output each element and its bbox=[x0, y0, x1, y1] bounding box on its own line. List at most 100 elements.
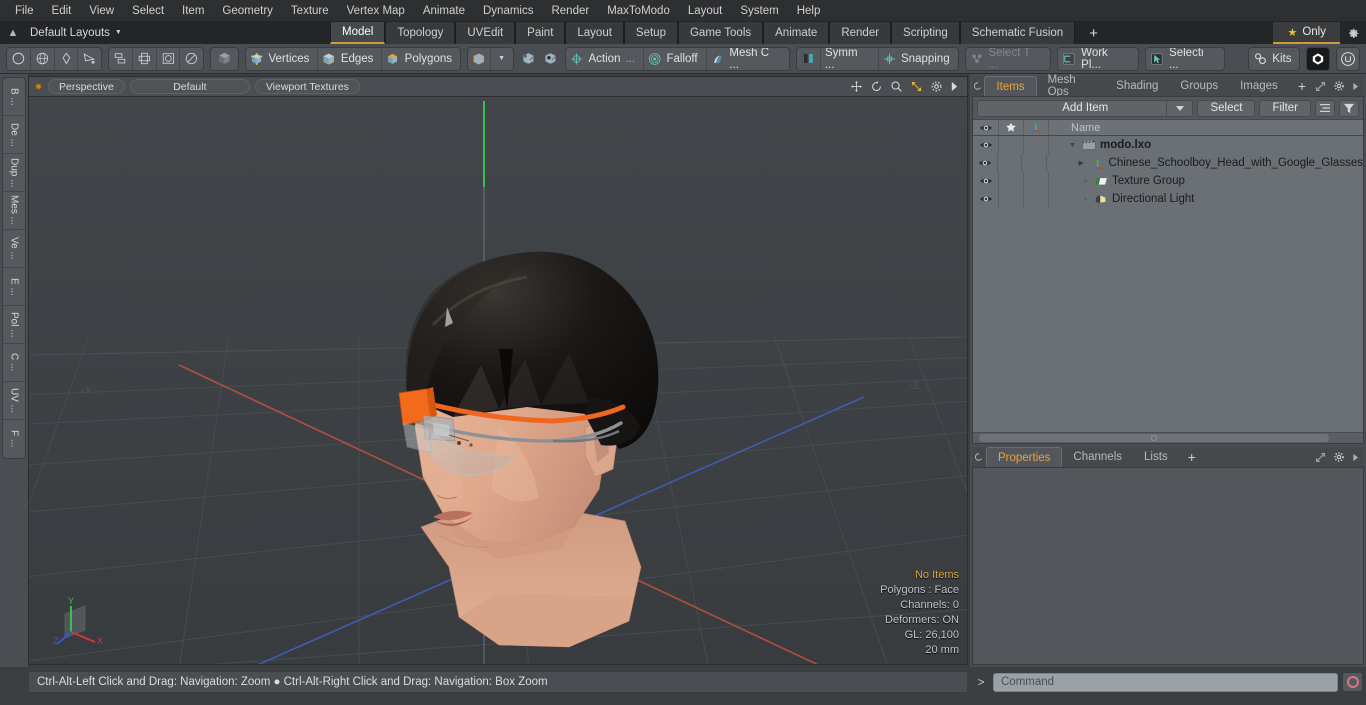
item-mode-button[interactable] bbox=[210, 46, 240, 71]
tab-game-tools[interactable]: Game Tools bbox=[677, 22, 764, 44]
row-transform-cell[interactable] bbox=[1024, 190, 1049, 208]
unity-export-button[interactable] bbox=[1306, 46, 1331, 71]
column-transform[interactable] bbox=[1024, 120, 1049, 135]
vtab-duplicate[interactable]: Dup ... bbox=[3, 154, 25, 192]
tab-images[interactable]: Images bbox=[1229, 76, 1289, 96]
vtab-uv[interactable]: UV ... bbox=[3, 382, 25, 420]
item-tree-hscrollbar[interactable] bbox=[973, 432, 1363, 443]
chevron-down-icon[interactable]: ▼ bbox=[115, 29, 122, 36]
move-icon[interactable] bbox=[850, 80, 863, 93]
vtab-fusion[interactable]: F ... bbox=[3, 420, 25, 458]
panel-play-icon[interactable] bbox=[1352, 453, 1359, 462]
row-visibility-toggle[interactable] bbox=[973, 172, 999, 190]
row-visibility-toggle[interactable] bbox=[973, 154, 999, 172]
menu-item-system[interactable]: System bbox=[731, 2, 787, 20]
table-row[interactable]: ▪ Directional Light bbox=[973, 190, 1363, 208]
component-cube-icon[interactable] bbox=[468, 47, 491, 70]
menu-item-vertex-map[interactable]: Vertex Map bbox=[338, 2, 414, 20]
tab-setup[interactable]: Setup bbox=[623, 22, 678, 44]
edges-mode-button[interactable]: Edges bbox=[318, 47, 383, 70]
vertices-mode-button[interactable]: Vertices bbox=[246, 47, 319, 70]
row-transform-cell[interactable] bbox=[1024, 172, 1049, 190]
menu-item-view[interactable]: View bbox=[80, 2, 123, 20]
list-options-button[interactable] bbox=[1315, 99, 1335, 117]
menu-item-file[interactable]: File bbox=[6, 2, 43, 20]
vtab-vertex[interactable]: Ve ... bbox=[3, 230, 25, 268]
table-row[interactable]: ▶ Chinese_Schoolboy_Head_with_Google_Gla… bbox=[973, 154, 1363, 172]
row-transform-cell[interactable] bbox=[1024, 136, 1049, 154]
layout-settings-button[interactable] bbox=[1340, 22, 1366, 44]
vtab-deform[interactable]: De ... bbox=[3, 116, 25, 154]
viewport-canvas[interactable]: -X -Z Y X Z No Items Polygons : Face Cha… bbox=[29, 97, 967, 664]
properties-menu-dot-icon[interactable] bbox=[972, 447, 986, 467]
item-row-directional-light[interactable]: ▪ Directional Light bbox=[1049, 193, 1363, 205]
item-row-scene[interactable]: ▼ modo.lxo bbox=[1049, 139, 1363, 151]
work-plane-button[interactable]: Work Pl... bbox=[1058, 48, 1138, 70]
tab-properties[interactable]: Properties bbox=[986, 447, 1063, 467]
boolean-icon[interactable] bbox=[157, 47, 181, 70]
array-icon[interactable] bbox=[109, 47, 133, 70]
morph-cube-icon[interactable] bbox=[539, 48, 562, 70]
item-panel-menu-dot-icon[interactable] bbox=[972, 76, 984, 96]
tab-model[interactable]: Model bbox=[330, 22, 386, 44]
row-transform-cell[interactable] bbox=[1022, 154, 1047, 172]
tab-shading[interactable]: Shading bbox=[1105, 76, 1170, 96]
gear-icon[interactable] bbox=[1333, 80, 1345, 92]
filter-button[interactable]: Filter bbox=[1259, 99, 1311, 117]
menu-item-select[interactable]: Select bbox=[123, 2, 173, 20]
globe-icon[interactable] bbox=[31, 47, 55, 70]
add-item-button[interactable]: Add Item bbox=[977, 99, 1194, 117]
circle-icon[interactable] bbox=[7, 47, 31, 70]
menu-item-render[interactable]: Render bbox=[542, 2, 598, 20]
panel-play-icon[interactable] bbox=[1352, 82, 1359, 91]
layout-selector[interactable]: ▲ Default Layouts ▼ bbox=[0, 22, 330, 44]
fit-icon[interactable] bbox=[910, 80, 923, 93]
slice-icon[interactable] bbox=[180, 48, 203, 70]
command-input[interactable]: Command bbox=[993, 672, 1338, 692]
snapping-button[interactable]: Snapping bbox=[879, 48, 958, 70]
symmetry-button[interactable]: Symm ... bbox=[821, 47, 879, 70]
tab-paint[interactable]: Paint bbox=[515, 22, 566, 44]
properties-add-tab-button[interactable]: + bbox=[1178, 447, 1205, 467]
row-visibility-toggle[interactable] bbox=[973, 190, 999, 208]
tab-channels[interactable]: Channels bbox=[1062, 447, 1134, 467]
column-visibility[interactable] bbox=[973, 120, 999, 135]
menu-item-layout[interactable]: Layout bbox=[679, 2, 732, 20]
axis-gizmo[interactable]: Y X Z bbox=[51, 594, 121, 654]
tab-lists[interactable]: Lists bbox=[1133, 447, 1179, 467]
viewport-shading-button[interactable]: Default bbox=[129, 79, 250, 94]
gear-icon[interactable] bbox=[1333, 451, 1345, 463]
tab-topology[interactable]: Topology bbox=[385, 22, 456, 44]
gear-icon[interactable] bbox=[930, 80, 943, 93]
action-center-button[interactable]: Action ... bbox=[566, 47, 645, 70]
select-button[interactable]: Select bbox=[1197, 99, 1256, 117]
row-lock-cell[interactable] bbox=[999, 172, 1024, 190]
expander-icon[interactable]: ▶ bbox=[1079, 159, 1088, 167]
row-lock-cell[interactable] bbox=[998, 154, 1023, 172]
add-item-dropdown[interactable] bbox=[1166, 100, 1192, 116]
expand-icon[interactable] bbox=[1315, 452, 1326, 463]
vtab-mesh-edit[interactable]: Mes ... bbox=[3, 192, 25, 230]
component-dropdown-caret[interactable]: ▼ bbox=[491, 48, 513, 70]
item-row-mesh[interactable]: ▶ Chinese_Schoolboy_Head_with_Google_Gla… bbox=[1047, 157, 1363, 170]
zoom-icon[interactable] bbox=[890, 80, 903, 93]
add-tab-button[interactable]: + bbox=[1075, 22, 1112, 44]
tab-uvedit[interactable]: UVEdit bbox=[455, 22, 516, 44]
selection-button[interactable]: Selecti ... bbox=[1146, 48, 1224, 70]
tab-items[interactable]: Items bbox=[984, 76, 1037, 96]
menu-item-animate[interactable]: Animate bbox=[414, 2, 474, 20]
row-lock-cell[interactable] bbox=[999, 190, 1024, 208]
scroll-thumb[interactable] bbox=[979, 434, 1329, 442]
tab-render[interactable]: Render bbox=[829, 22, 892, 44]
menu-item-item[interactable]: Item bbox=[173, 2, 213, 20]
item-row-texture-group[interactable]: ▪ Texture Group bbox=[1049, 175, 1363, 187]
expander-icon[interactable]: ▼ bbox=[1069, 142, 1078, 149]
vtab-curve[interactable]: C ... bbox=[3, 344, 25, 382]
kits-button[interactable]: Kits bbox=[1249, 48, 1300, 70]
play-icon[interactable] bbox=[950, 81, 959, 92]
tab-mesh-ops[interactable]: Mesh Ops bbox=[1036, 74, 1106, 98]
select-through-button[interactable]: Select T ... bbox=[966, 48, 1051, 70]
viewport-3d[interactable]: Perspective Default Viewport Textures -X… bbox=[28, 76, 968, 665]
expand-icon[interactable] bbox=[1315, 81, 1326, 92]
tab-scripting[interactable]: Scripting bbox=[891, 22, 960, 44]
